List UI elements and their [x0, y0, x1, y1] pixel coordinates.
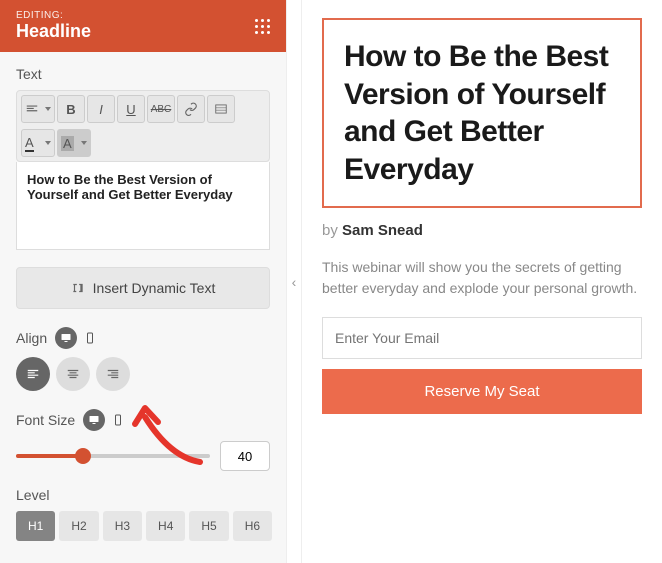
preview-pane: How to Be the Best Version of Yourself a… — [302, 0, 662, 563]
collapse-sidebar-button[interactable]: ‹ — [286, 0, 302, 563]
bold-button[interactable]: B — [57, 95, 85, 123]
byline: by Sam Snead — [322, 222, 642, 239]
link-button[interactable] — [177, 95, 205, 123]
editing-label: EDITING: — [16, 10, 91, 21]
font-size-label-row: Font Size — [16, 409, 270, 431]
strikethrough-button[interactable]: ABC — [147, 95, 175, 123]
text-toolbar: B I U ABC A A — [16, 90, 270, 162]
headline-preview-box[interactable]: How to Be the Best Version of Yourself a… — [322, 18, 642, 208]
paragraph-format-button[interactable] — [21, 95, 55, 123]
align-right-button[interactable] — [96, 357, 130, 391]
level-h6-button[interactable]: H6 — [233, 511, 272, 541]
editor-header: EDITING: Headline — [0, 0, 286, 52]
level-h5-button[interactable]: H5 — [189, 511, 228, 541]
element-name: Headline — [16, 21, 91, 42]
align-desktop-icon[interactable] — [55, 327, 77, 349]
align-left-button[interactable] — [16, 357, 50, 391]
author-name: Sam Snead — [342, 222, 423, 239]
fontsize-mobile-icon[interactable] — [107, 409, 129, 431]
level-h2-button[interactable]: H2 — [59, 511, 98, 541]
level-h1-button[interactable]: H1 — [16, 511, 55, 541]
align-label-row: Align — [16, 327, 270, 349]
preview-title: How to Be the Best Version of Yourself a… — [344, 38, 620, 188]
highlight-color-button[interactable]: A — [57, 129, 91, 157]
table-button[interactable] — [207, 95, 235, 123]
level-h4-button[interactable]: H4 — [146, 511, 185, 541]
level-h3-button[interactable]: H3 — [103, 511, 142, 541]
underline-button[interactable]: U — [117, 95, 145, 123]
align-center-button[interactable] — [56, 357, 90, 391]
dynamic-text-icon — [71, 281, 85, 295]
text-section-label: Text — [16, 66, 270, 82]
insert-dynamic-text-button[interactable]: Insert Dynamic Text — [16, 267, 270, 309]
drag-handle-icon[interactable] — [255, 19, 270, 34]
text-color-button[interactable]: A — [21, 129, 55, 157]
email-input[interactable] — [322, 317, 642, 359]
level-label: Level — [16, 487, 270, 503]
font-size-input[interactable] — [220, 441, 270, 471]
preview-description: This webinar will show you the secrets o… — [322, 257, 642, 299]
editor-panel: Text B I U ABC A A How to Be the Best Ve… — [0, 52, 286, 563]
font-size-slider[interactable] — [16, 454, 210, 458]
reserve-seat-button[interactable]: Reserve My Seat — [322, 369, 642, 414]
align-mobile-icon[interactable] — [79, 327, 101, 349]
italic-button[interactable]: I — [87, 95, 115, 123]
headline-textarea[interactable]: How to Be the Best Version of Yourself a… — [16, 162, 270, 250]
editor-sidebar: EDITING: Headline Text B I U ABC A A How… — [0, 0, 286, 563]
fontsize-desktop-icon[interactable] — [83, 409, 105, 431]
